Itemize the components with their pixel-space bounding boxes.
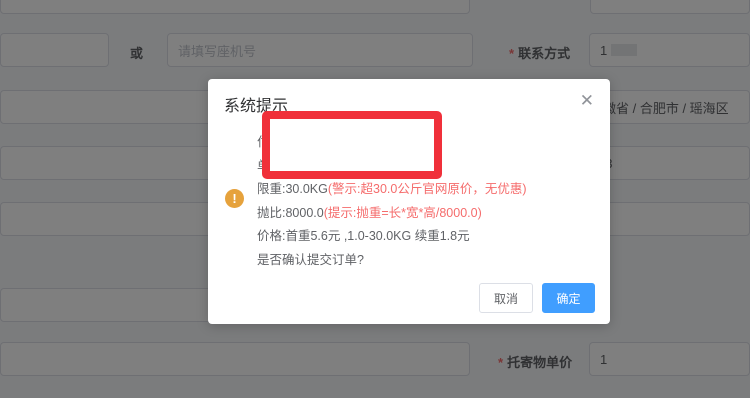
price-line: 价格:首重5.6元 ,1.0-30.0KG 续重1.8元: [257, 229, 470, 243]
annotation-rectangle: [262, 111, 442, 179]
throw-ratio-text: 抛比:8000.0: [257, 205, 324, 220]
weight-limit-line: 限重:30.0KG(警示:超30.0公斤官网原价，无优惠): [257, 178, 527, 202]
throw-ratio-hint: (提示:抛重=长*宽*高/8000.0): [323, 205, 482, 220]
close-icon[interactable]: ✕: [580, 92, 594, 110]
confirm-question: 是否确认提交订单?: [257, 252, 364, 267]
weight-warning-text: (警示:超30.0公斤官网原价，无优惠): [327, 182, 527, 196]
throw-ratio-line: 抛比:8000.0(提示:抛重=长*宽*高/8000.0): [257, 202, 527, 226]
weight-limit-text: 限重:30.0KG: [257, 182, 328, 196]
warning-icon: !: [225, 189, 244, 208]
confirm-button[interactable]: 确定: [542, 283, 595, 313]
cancel-button[interactable]: 取消: [479, 283, 533, 313]
